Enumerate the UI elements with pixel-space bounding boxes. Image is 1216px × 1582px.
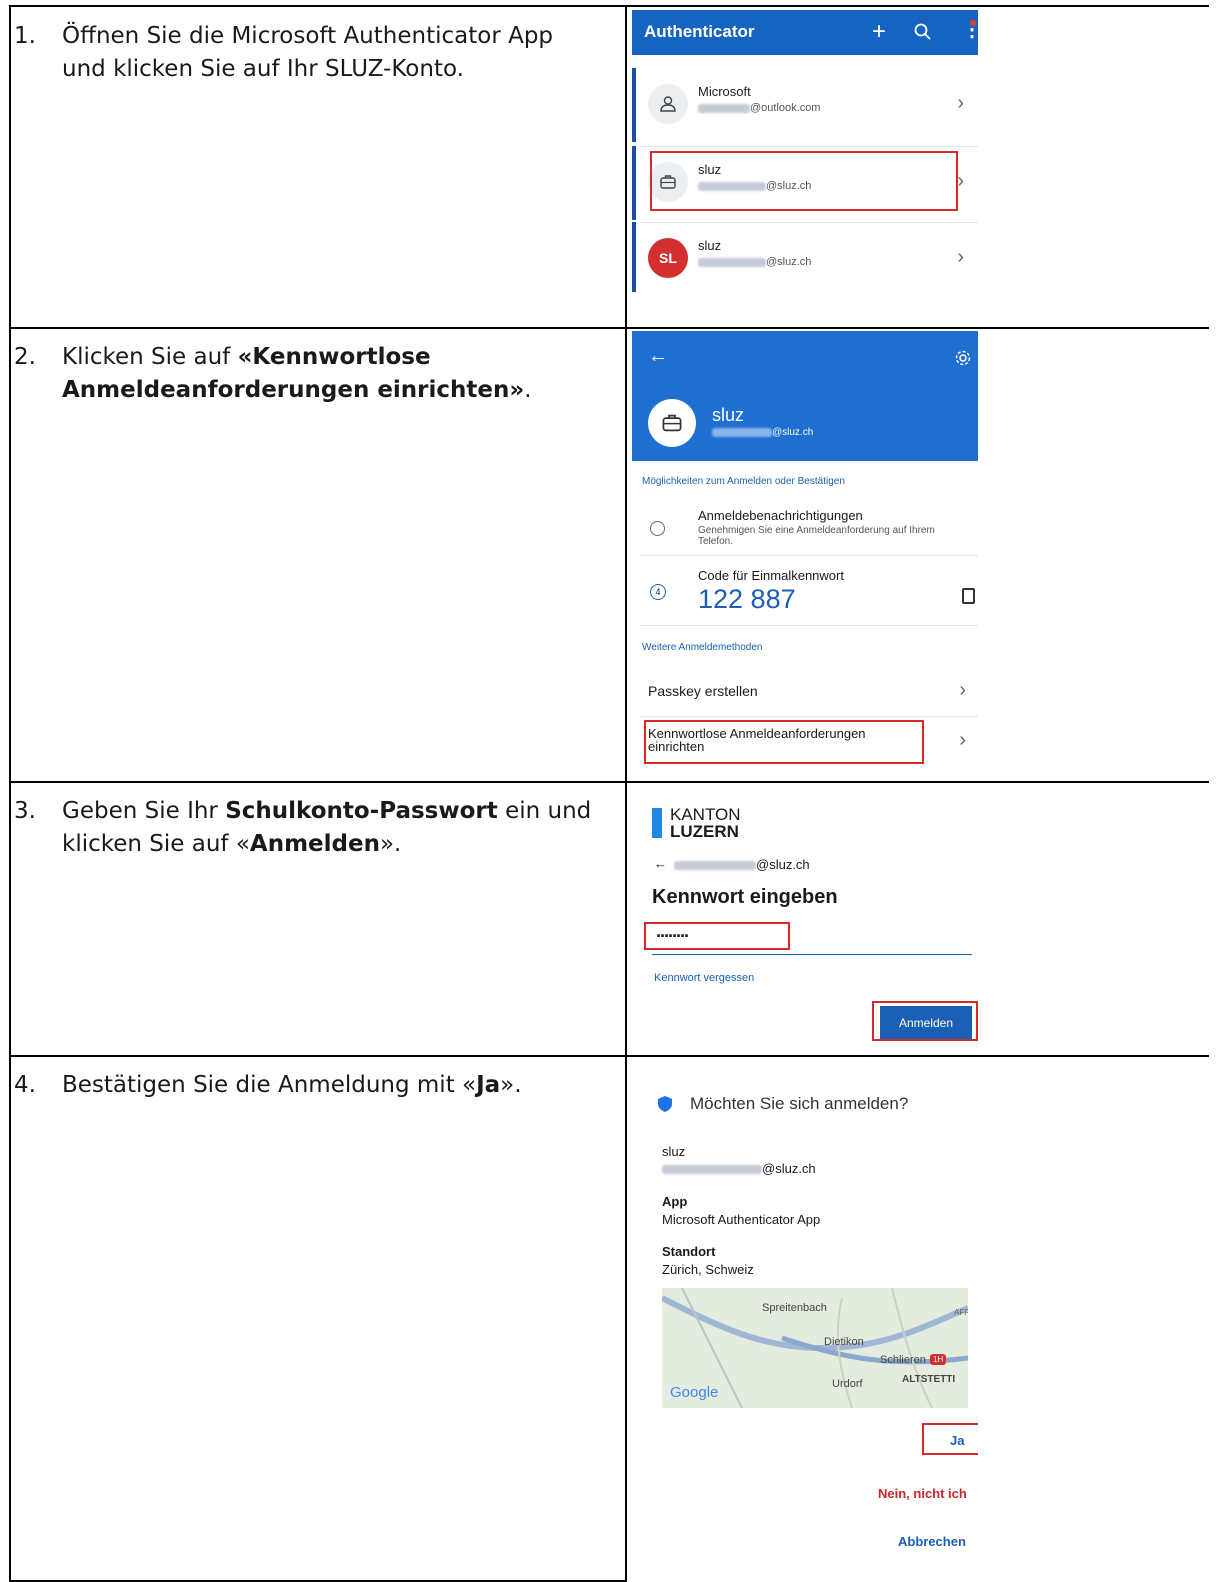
highlight-box (922, 1423, 978, 1455)
authenticator-account-list: Authenticator + ⋮ Microsoft @outlook.com… (632, 10, 978, 292)
account-email: @sluz.ch (712, 427, 813, 438)
map-label: Spreitenbach (762, 1302, 827, 1314)
step-number: 3. (14, 798, 36, 824)
forgot-password-link[interactable]: Kennwort vergessen (654, 972, 754, 984)
brand-name: KANTON (670, 805, 741, 824)
account-name: Microsoft (698, 84, 751, 99)
shield-icon (658, 1096, 672, 1112)
item-description: Genehmigen Sie eine Anmeldeanforderung a… (698, 525, 935, 547)
table-border-left (9, 5, 11, 1582)
back-arrow-icon[interactable]: ← (654, 856, 667, 871)
account-details-screen: ← sluz @sluz.ch Möglichkeiten zum Anmeld… (632, 331, 978, 765)
table-row (9, 327, 1209, 329)
account-name: sluz (712, 405, 745, 425)
account-header: ← sluz @sluz.ch (632, 331, 978, 461)
password-entry-screen: KANTON LUZERN ← @sluz.ch Kennwort eingeb… (640, 800, 980, 1050)
chevron-right-icon: › (959, 729, 966, 751)
dialog-title: Möchten Sie sich anmelden? (690, 1094, 909, 1113)
field-value: Zürich, Schweiz (662, 1262, 754, 1277)
add-icon[interactable]: + (872, 18, 886, 46)
account-email: @sluz.ch (674, 857, 810, 872)
app-bar: Authenticator + ⋮ (632, 10, 978, 55)
account-email: @sluz.ch (662, 1161, 816, 1176)
account-email: @outlook.com (698, 102, 820, 114)
chevron-right-icon: › (957, 170, 964, 192)
chevron-right-icon: › (959, 679, 966, 701)
map-label: ALTSTETTI (902, 1374, 956, 1385)
step-text: Öffnen Sie die Microsoft Authenticator A… (62, 23, 554, 82)
map-route-badge: 1H (930, 1354, 947, 1365)
table-row (9, 1055, 1209, 1057)
highlight-box (644, 720, 924, 764)
map-label: Schlieren (880, 1354, 926, 1366)
table-row (9, 781, 1209, 783)
create-passkey-item[interactable]: Passkey erstellen › (632, 669, 978, 715)
cancel-button[interactable]: Abbrechen (898, 1534, 966, 1549)
deny-button[interactable]: Nein, nicht ich (878, 1486, 967, 1501)
person-icon (648, 84, 688, 124)
step-number: 2. (14, 344, 36, 370)
location-map: Spreitenbach Dietikon Schlieren 1H Urdor… (662, 1288, 968, 1408)
search-icon[interactable] (914, 23, 932, 41)
table-row (9, 5, 1209, 7)
shield-lock-icon (650, 521, 665, 536)
step-text: Klicken Sie auf «Kennwortlose Anmeldeanf… (62, 344, 532, 403)
app-title: Authenticator (644, 22, 755, 41)
field-label: Standort (662, 1244, 716, 1259)
map-label: Dietikon (824, 1336, 864, 1348)
timer-icon: 4 (650, 584, 666, 600)
map-label: Urdorf (832, 1378, 863, 1390)
page-title: Kennwort eingeben (652, 886, 838, 908)
section-header: Weitere Anmeldemethoden (642, 642, 763, 653)
map-label: AFF (954, 1308, 968, 1317)
step-number: 4. (14, 1072, 36, 1098)
back-arrow-icon[interactable]: ← (648, 345, 668, 368)
step-text: Geben Sie Ihr Schulkonto-Passwort ein un… (62, 798, 592, 857)
brand-name: LUZERN (670, 822, 739, 841)
otp-code: 122 887 (698, 584, 796, 614)
account-email: @sluz.ch (698, 256, 811, 268)
notification-dot-icon (970, 20, 976, 26)
item-title: Anmeldebenachrichtigungen (698, 508, 863, 523)
briefcase-icon (648, 399, 696, 447)
account-name: sluz (662, 1144, 686, 1159)
brand-logo-bar (652, 808, 662, 838)
section-header: Möglichkeiten zum Anmelden oder Bestätig… (642, 476, 845, 487)
highlight-box (644, 922, 790, 950)
avatar: SL (648, 238, 688, 278)
otp-title: Code für Einmalkennwort (698, 568, 844, 583)
sign-in-notifications[interactable]: Anmeldebenachrichtigungen Genehmigen Sie… (632, 501, 978, 555)
otp-code-item: 4 Code für Einmalkennwort 122 887 (632, 556, 978, 624)
field-value: Microsoft Authenticator App (662, 1212, 821, 1227)
table-column-divider (625, 5, 627, 1582)
highlight-box (872, 1001, 978, 1041)
account-item-sluz-2[interactable]: SL sluz @sluz.ch › (632, 222, 978, 292)
account-name: sluz (698, 238, 722, 253)
sign-in-confirmation: Möchten Sie sich anmelden? sluz @sluz.ch… (632, 1078, 978, 1568)
item-title: Passkey erstellen (648, 683, 758, 699)
google-logo: Google (670, 1384, 719, 1401)
gear-icon[interactable] (954, 349, 972, 367)
copy-icon[interactable] (962, 588, 975, 604)
chevron-right-icon: › (957, 92, 964, 114)
field-label: App (662, 1194, 688, 1209)
account-item-microsoft[interactable]: Microsoft @outlook.com › (632, 68, 978, 142)
step-text: Bestätigen Sie die Anmeldung mit «Ja». (62, 1072, 522, 1098)
highlight-box (650, 151, 958, 211)
chevron-right-icon: › (957, 246, 964, 268)
instruction-table (9, 5, 1209, 1582)
step-number: 1. (14, 23, 36, 49)
